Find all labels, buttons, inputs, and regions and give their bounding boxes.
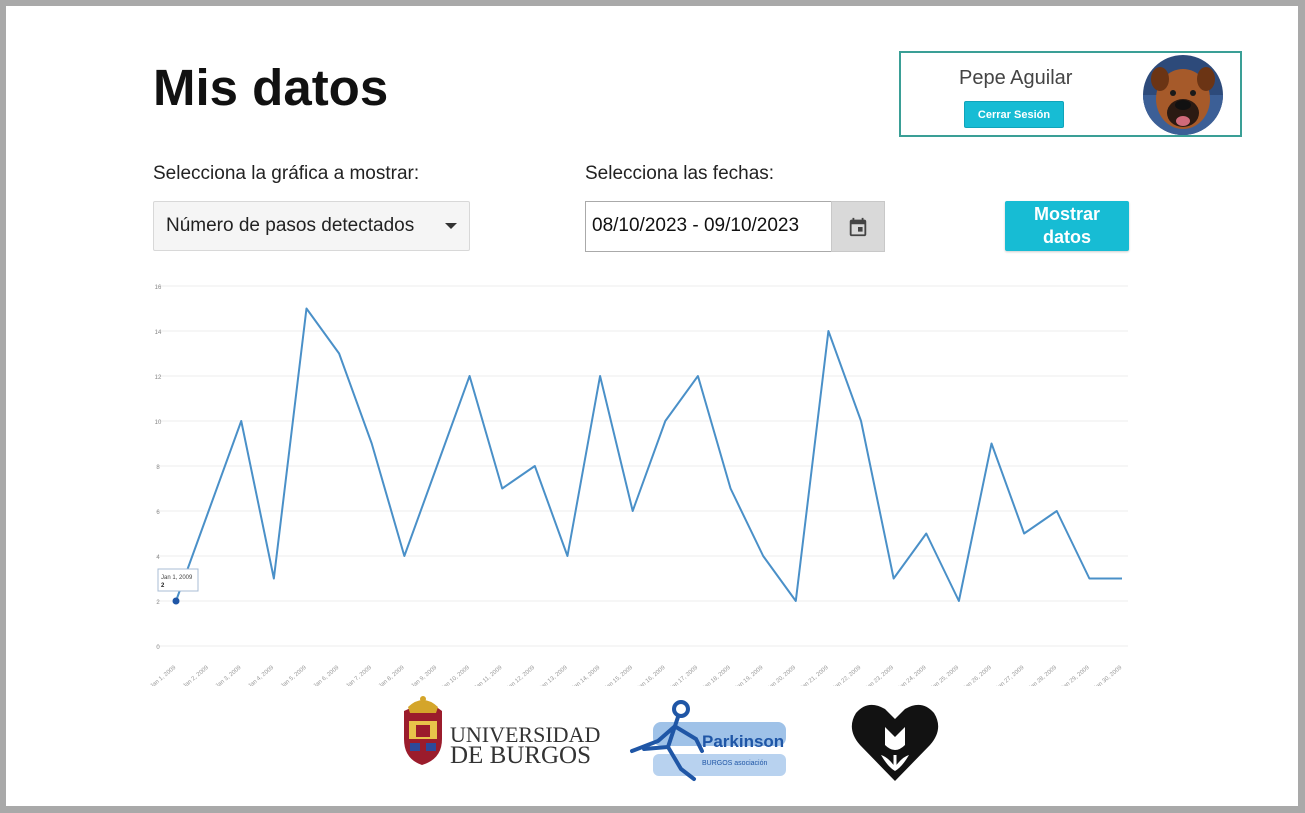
x-tick-label: Jan 8, 2009 [378, 665, 406, 686]
x-tick-label: Jan 27, 2009 [995, 665, 1026, 686]
x-tick-label: Jan 4, 2009 [247, 665, 275, 686]
x-tick-label: Jan 24, 2009 [897, 665, 928, 686]
series-line [175, 307, 1122, 602]
x-tick-label: Jan 18, 2009 [701, 665, 732, 686]
ubu-line2: DE BURGOS [450, 742, 591, 769]
x-tick-label: Jan 14, 2009 [571, 665, 602, 686]
x-tick-label: Jan 15, 2009 [604, 665, 635, 686]
x-tick-label: Jan 30, 2009 [1093, 665, 1124, 686]
x-tick-label: Jan 29, 2009 [1060, 665, 1091, 686]
page: Mis datos Pepe Aguilar Cerrar Sesión Sel… [6, 6, 1298, 806]
x-tick-label: Jan 7, 2009 [345, 665, 373, 686]
logos: UNIVERSIDAD DE BURGOS Parkinson BURGOS a… [404, 696, 939, 781]
x-tick-label: Jan 12, 2009 [506, 665, 537, 686]
x-tick-label: Jan 21, 2009 [799, 665, 830, 686]
x-tick-label: Jan 2, 2009 [182, 665, 210, 686]
data-point [172, 597, 180, 605]
x-tick-label: Jan 1, 2009 [149, 665, 177, 686]
ubu-crest-icon [404, 696, 442, 765]
x-tick-label: Jan 5, 2009 [280, 665, 308, 686]
x-tick-label: Jan 28, 2009 [1028, 665, 1059, 686]
x-tick-label: Jan 25, 2009 [930, 665, 961, 686]
steps-line-chart: 0246810121416Jan 1, 2009 Jan 2, 2009 Jan 3… [149, 285, 1128, 686]
x-tick-label: Jan 20, 2009 [767, 665, 798, 686]
x-tick-label: Jan 10, 2009 [440, 665, 471, 686]
x-tick-label: Jan 13, 2009 [538, 665, 569, 686]
y-tick-label: 14 [155, 330, 162, 336]
x-tick-label: Jan 3, 2009 [215, 665, 243, 686]
y-tick-label: 16 [155, 285, 162, 291]
x-tick-label: Jan 17, 2009 [669, 665, 700, 686]
heart-tulip-icon [851, 704, 939, 781]
x-tick-label: Jan 19, 2009 [734, 665, 765, 686]
x-tick-label: Jan 22, 2009 [832, 665, 863, 686]
y-tick-label: 12 [155, 375, 162, 381]
x-tick-label: Jan 9, 2009 [410, 665, 438, 686]
x-tick-label: Jan 26, 2009 [962, 665, 993, 686]
parkinson-title: Parkinson [702, 732, 784, 751]
x-tick-label: Jan 23, 2009 [864, 665, 895, 686]
x-tick-label: Jan 6, 2009 [313, 665, 341, 686]
y-tick-label: 10 [155, 420, 162, 426]
tooltip-date: Jan 1, 2009 [161, 575, 193, 581]
x-tick-label: Jan 11, 2009 [473, 665, 504, 686]
x-tick-label: Jan 16, 2009 [636, 665, 667, 686]
parkinson-subtitle: BURGOS asociación [702, 760, 767, 767]
